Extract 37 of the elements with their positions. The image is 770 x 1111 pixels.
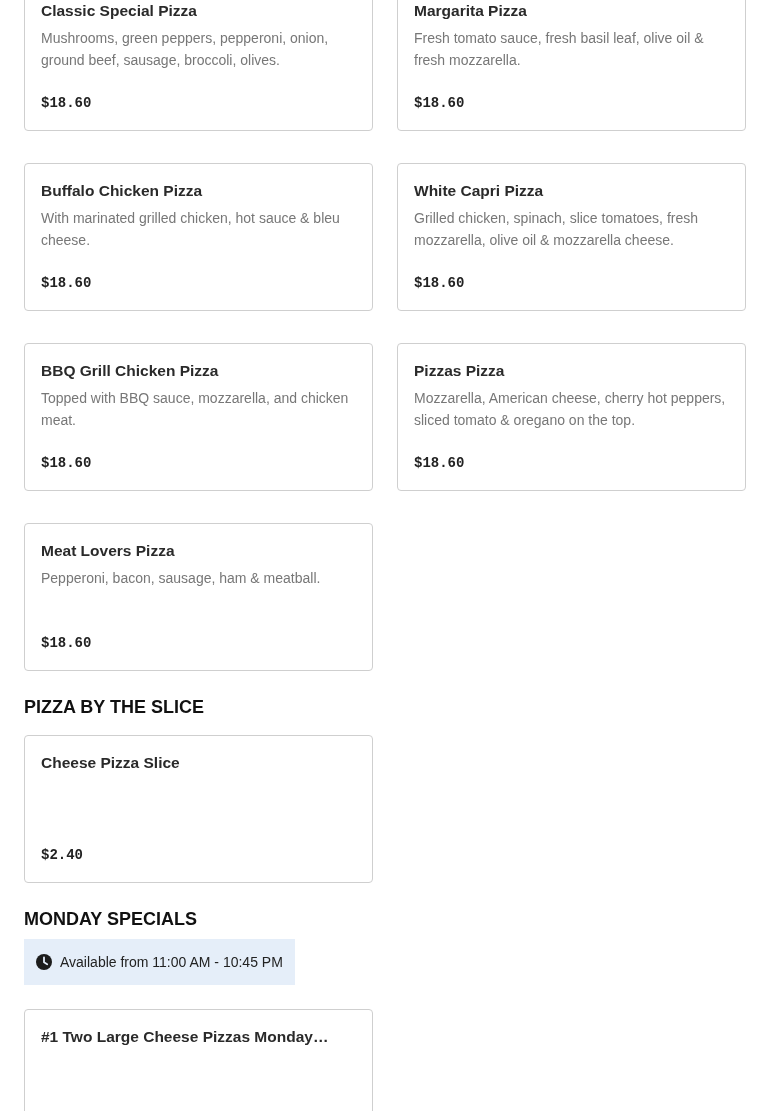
item-price: $18.60 bbox=[41, 94, 93, 113]
item-description: With marinated grilled chicken, hot sauce & bleu cheese. bbox=[41, 209, 341, 250]
item-description: Topped with BBQ sauce, mozzarella, and chicken meat. bbox=[41, 389, 350, 430]
item-price: $18.60 bbox=[41, 634, 93, 653]
menu-item-card[interactable]: #1 Two Large Cheese Pizzas Monday… bbox=[24, 1009, 373, 1111]
availability-text: Available from 11:00 AM - 10:45 PM bbox=[60, 953, 283, 972]
menu-item-card[interactable]: BBQ Grill Chicken Pizza Topped with BBQ sauce, mozzarella, and chicken meat. $18.60 bbox=[24, 343, 373, 491]
menu-item-card[interactable]: Pizzas Pizza Mozzarella, American cheese, cherry hot peppers, sliced tomato & oregano on the top. $18.60 bbox=[397, 343, 746, 491]
menu-item-card[interactable]: Cheese Pizza Slice $2.40 bbox=[24, 735, 373, 883]
item-price: $2.40 bbox=[41, 846, 84, 865]
item-price: $18.60 bbox=[414, 274, 466, 293]
item-name: Margarita Pizza bbox=[414, 1, 528, 21]
item-name: Meat Lovers Pizza bbox=[41, 541, 176, 561]
item-name: Classic Special Pizza bbox=[41, 1, 198, 21]
menu-item-card[interactable]: Margarita Pizza Fresh tomato sauce, fresh basil leaf, olive oil & fresh mozzarella. $18.60 bbox=[397, 0, 746, 131]
item-name: BBQ Grill Chicken Pizza bbox=[41, 361, 220, 381]
menu-item-card[interactable]: White Capri Pizza Grilled chicken, spinach, slice tomatoes, fresh mozzarella, olive oil & mozzarella cheese. $18.60 bbox=[397, 163, 746, 311]
item-price: $18.60 bbox=[414, 454, 466, 473]
item-description: Mozzarella, American cheese, cherry hot peppers, sliced tomato & oregano on the top. bbox=[414, 389, 727, 430]
item-name: #1 Two Large Cheese Pizzas Monday… bbox=[41, 1027, 330, 1047]
item-price: $18.60 bbox=[41, 454, 93, 473]
item-description: Fresh tomato sauce, fresh basil leaf, olive oil & fresh mozzarella. bbox=[414, 29, 705, 70]
section-heading: PIZZA BY THE SLICE bbox=[24, 696, 206, 719]
item-name: White Capri Pizza bbox=[414, 181, 545, 201]
menu-item-card[interactable]: Classic Special Pizza Mushrooms, green peppers, pepperoni, onion, ground beef, sausage, broccoli, olives. $18.60 bbox=[24, 0, 373, 131]
item-description: Mushrooms, green peppers, pepperoni, onion, ground beef, sausage, broccoli, olives. bbox=[41, 29, 330, 70]
item-description: Grilled chicken, spinach, slice tomatoes, fresh mozzarella, olive oil & mozzarella cheese. bbox=[414, 209, 699, 250]
menu-item-card[interactable]: Meat Lovers Pizza Pepperoni, bacon, sausage, ham & meatball. $18.60 bbox=[24, 523, 373, 671]
clock-icon bbox=[36, 954, 52, 970]
item-name: Pizzas Pizza bbox=[414, 361, 506, 381]
section-heading: MONDAY SPECIALS bbox=[24, 908, 199, 931]
menu-item-card[interactable]: Buffalo Chicken Pizza With marinated grilled chicken, hot sauce & bleu cheese. $18.60 bbox=[24, 163, 373, 311]
item-description: Pepperoni, bacon, sausage, ham & meatball. bbox=[41, 569, 322, 588]
item-price: $18.60 bbox=[414, 94, 466, 113]
item-name: Buffalo Chicken Pizza bbox=[41, 181, 204, 201]
item-name: Cheese Pizza Slice bbox=[41, 753, 181, 773]
item-price: $18.60 bbox=[41, 274, 93, 293]
